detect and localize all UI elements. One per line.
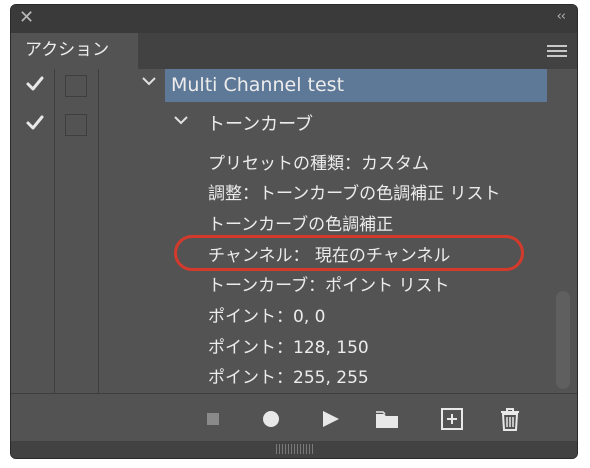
chevron-down-icon[interactable] <box>173 114 189 126</box>
collapse-panel-icon[interactable]: ‹‹ <box>557 9 566 24</box>
close-icon[interactable]: ✕ <box>19 8 34 28</box>
record-icon[interactable] <box>258 406 284 432</box>
resize-grip-icon[interactable] <box>276 444 314 454</box>
dialog-toggle-box[interactable] <box>65 75 87 97</box>
step-detail[interactable]: トーンカーブ：ポイント リスト <box>11 271 551 302</box>
step-detail[interactable]: 調整：トーンカーブの色調補正 リスト <box>11 179 551 210</box>
checkmark-icon[interactable] <box>25 113 45 133</box>
detail-text: 調整：トーンカーブの色調補正 リスト <box>208 184 501 204</box>
actions-panel: ✕ ‹‹ アクション Multi Channel test トーンカーブ プリセ… <box>10 4 578 459</box>
tab-actions[interactable]: アクション <box>11 33 138 69</box>
step-detail[interactable]: トーンカーブの色調補正 <box>11 210 551 241</box>
panel-title-bar: ✕ ‹‹ <box>11 5 577 33</box>
step-detail[interactable]: ポイント：255, 255 <box>11 363 551 394</box>
step-row[interactable]: トーンカーブ <box>11 108 551 139</box>
actions-toolbar <box>11 393 577 442</box>
checkmark-icon[interactable] <box>25 74 45 94</box>
scrollbar-thumb[interactable] <box>556 291 570 389</box>
action-title: Multi Channel test <box>171 74 345 96</box>
detail-text: ポイント：0, 0 <box>208 307 326 327</box>
step-title: トーンカーブ <box>207 114 314 135</box>
action-row[interactable]: Multi Channel test <box>11 69 551 102</box>
detail-text: トーンカーブ：ポイント リスト <box>208 276 450 296</box>
detail-text: プリセットの種類：カスタム <box>208 154 429 174</box>
step-detail[interactable]: ポイント：0, 0 <box>11 302 551 333</box>
panel-tab-row: アクション <box>11 33 577 69</box>
delete-icon[interactable] <box>497 406 523 432</box>
detail-text: チャンネル： 現在のチャンネル <box>208 246 451 266</box>
stop-icon[interactable] <box>200 406 226 432</box>
step-detail[interactable]: プリセットの種類：カスタム <box>11 149 551 180</box>
new-action-icon[interactable] <box>439 406 465 432</box>
detail-text: ポイント：255, 255 <box>208 368 369 388</box>
actions-list: Multi Channel test トーンカーブ プリセットの種類：カスタム … <box>11 69 577 394</box>
detail-text: トーンカーブの色調補正 <box>208 215 394 235</box>
step-detail[interactable]: ポイント：128, 150 <box>11 333 551 364</box>
resize-grip-bar[interactable] <box>11 441 577 458</box>
new-set-folder-icon[interactable] <box>374 406 400 432</box>
chevron-down-icon[interactable] <box>141 75 157 87</box>
detail-text: ポイント：128, 150 <box>208 338 369 358</box>
dialog-toggle-box[interactable] <box>65 114 87 136</box>
scrollbar[interactable] <box>553 69 573 393</box>
step-detail[interactable]: チャンネル： 現在のチャンネル <box>11 241 551 272</box>
panel-menu-icon[interactable] <box>547 45 567 58</box>
play-icon[interactable] <box>318 406 344 432</box>
